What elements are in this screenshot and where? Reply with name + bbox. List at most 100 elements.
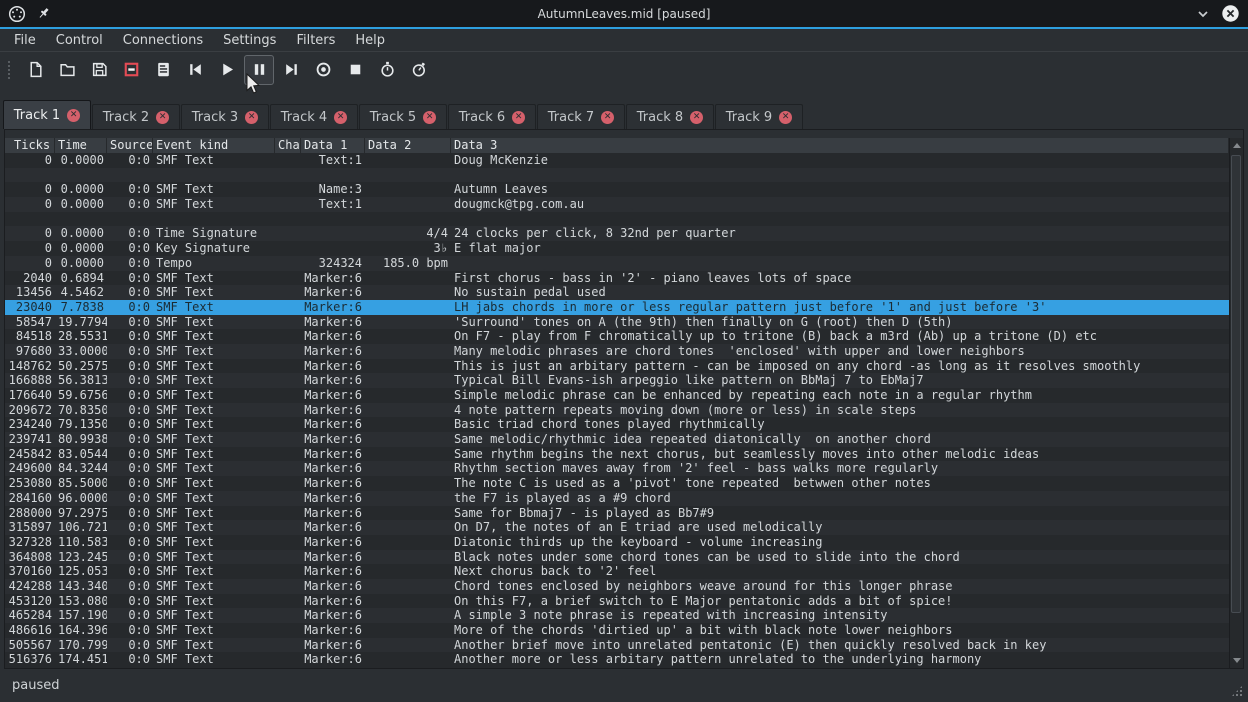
column-header-event-kind[interactable]: Event kind	[153, 138, 275, 153]
event-row[interactable]: 23424079.13500:0SMF TextMarker:6Basic tr…	[5, 417, 1229, 432]
tab-close-button[interactable]: ✕	[67, 109, 80, 122]
event-row[interactable]: 424288143.34060:0SMF TextMarker:6Chord t…	[5, 579, 1229, 594]
close-button[interactable]	[1221, 4, 1240, 23]
scrollbar-thumb[interactable]	[1231, 155, 1241, 613]
tab-close-button[interactable]: ✕	[334, 111, 347, 124]
cell: Same rhythm begins the next chorus, but …	[451, 447, 1229, 462]
tab-track-3[interactable]: Track 3✕	[181, 104, 269, 129]
event-row[interactable]: 364808123.24560:0SMF TextMarker:6Black n…	[5, 550, 1229, 565]
event-row[interactable]: 00.00000:0Key Signature3♭E flat major	[5, 241, 1229, 256]
tab-track-9[interactable]: Track 9✕	[715, 104, 803, 129]
tab-close-button[interactable]: ✕	[156, 111, 169, 124]
cell: 239741	[5, 432, 55, 447]
open-file-button[interactable]	[52, 55, 82, 85]
play-button[interactable]	[212, 55, 242, 85]
column-header-ticks[interactable]: Ticks	[5, 138, 55, 153]
event-row[interactable]: 17664059.67560:0SMF TextMarker:6Simple m…	[5, 388, 1229, 403]
column-header-time[interactable]: Time	[55, 138, 107, 153]
shade-button[interactable]	[1195, 6, 1211, 22]
event-row[interactable]: 00.00000:0Tempo324324185.0 bpm	[5, 256, 1229, 271]
cell: 'Surround' tones on A (the 9th) then fin…	[451, 315, 1229, 330]
resize-grip[interactable]	[1231, 685, 1243, 697]
cell	[365, 271, 451, 286]
skip-backward-button[interactable]	[180, 55, 210, 85]
pause-button[interactable]	[244, 55, 274, 85]
event-row[interactable]: 00.00000:0SMF TextName:3Autumn Leaves	[5, 182, 1229, 197]
event-row[interactable]: 00.00000:0SMF TextText:1Doug McKenzie	[5, 153, 1229, 168]
event-row[interactable]: 25308085.50000:0SMF TextMarker:6The note…	[5, 476, 1229, 491]
scroll-up-button[interactable]	[1231, 138, 1242, 152]
event-row[interactable]: 14876250.25750:0SMF TextMarker:6This is …	[5, 359, 1229, 374]
tab-track-4[interactable]: Track 4✕	[270, 104, 358, 129]
tab-track-6[interactable]: Track 6✕	[448, 104, 536, 129]
timer-button[interactable]	[372, 55, 402, 85]
column-header-source[interactable]: Source	[107, 138, 153, 153]
cell: 0	[5, 153, 55, 168]
cell: 157.1906	[55, 608, 107, 623]
event-row[interactable]: 370160125.05370:0SMF TextMarker:6Next ch…	[5, 564, 1229, 579]
menu-control[interactable]: Control	[46, 31, 113, 50]
tab-close-button[interactable]: ✕	[690, 111, 703, 124]
save-file-button[interactable]	[84, 55, 114, 85]
column-header-chan[interactable]: Chan	[275, 138, 301, 153]
pin-icon[interactable]	[36, 6, 51, 21]
event-row[interactable]: 20400.68940:0SMF TextMarker:6First choru…	[5, 271, 1229, 286]
event-row[interactable]	[5, 168, 1229, 183]
menu-file[interactable]: File	[4, 31, 46, 50]
new-file-button[interactable]	[20, 55, 50, 85]
tab-label: Track 1	[14, 108, 60, 123]
event-row[interactable]: 134564.54620:0SMF TextMarker:6No sustain…	[5, 285, 1229, 300]
toolbar-drag-handle[interactable]	[7, 60, 12, 80]
vertical-scrollbar[interactable]	[1229, 138, 1243, 668]
event-row[interactable]: 516376174.45120:0SMF TextMarker:6Another…	[5, 652, 1229, 667]
column-header-data-2[interactable]: Data 2	[365, 138, 451, 153]
cell: 0:0	[107, 461, 153, 476]
tab-track-5[interactable]: Track 5✕	[359, 104, 447, 129]
menu-settings[interactable]: Settings	[213, 31, 286, 50]
tab-track-1[interactable]: Track 1 ✕	[3, 100, 91, 129]
tab-close-button[interactable]: ✕	[512, 111, 525, 124]
event-row[interactable]: 486616164.39690:0SMF TextMarker:6More of…	[5, 623, 1229, 638]
skip-forward-button[interactable]	[276, 55, 306, 85]
event-row[interactable]: 453120153.08060:0SMF TextMarker:6On this…	[5, 594, 1229, 609]
tab-track-8[interactable]: Track 8✕	[626, 104, 714, 129]
event-row[interactable]: 315897106.72190:0SMF TextMarker:6On D7, …	[5, 520, 1229, 535]
cell: 0:0	[107, 476, 153, 491]
event-log-button[interactable]	[148, 55, 178, 85]
event-row[interactable]: 28416096.00000:0SMF TextMarker:6the F7 i…	[5, 491, 1229, 506]
event-row[interactable]: 00.00000:0SMF TextText:1dougmck@tpg.com.…	[5, 197, 1229, 212]
event-row[interactable]	[5, 212, 1229, 227]
event-row[interactable]: 24960084.32440:0SMF TextMarker:6Rhythm s…	[5, 461, 1229, 476]
column-header-data-1[interactable]: Data 1	[301, 138, 365, 153]
event-row[interactable]: 465284157.19060:0SMF TextMarker:6A simpl…	[5, 608, 1229, 623]
event-row[interactable]: 16688856.38130:0SMF TextMarker:6Typical …	[5, 373, 1229, 388]
timer-repeat-button[interactable]	[404, 55, 434, 85]
event-row[interactable]: 00.00000:0Time Signature4/424 clocks per…	[5, 226, 1229, 241]
event-row[interactable]: 28800097.29750:0SMF TextMarker:6Same for…	[5, 506, 1229, 521]
menu-help[interactable]: Help	[345, 31, 395, 50]
cell: 0.6894	[55, 271, 107, 286]
event-row[interactable]: 20967270.83500:0SMF TextMarker:64 note p…	[5, 403, 1229, 418]
record-button[interactable]	[308, 55, 338, 85]
scroll-down-button[interactable]	[1231, 653, 1242, 667]
event-row[interactable]: 24584283.05440:0SMF TextMarker:6Same rhy…	[5, 447, 1229, 462]
tab-track-7[interactable]: Track 7✕	[537, 104, 625, 129]
event-row[interactable]: 505567170.79940:0SMF TextMarker:6Another…	[5, 638, 1229, 653]
column-header-data-3[interactable]: Data 3	[451, 138, 1229, 153]
stop-button[interactable]	[340, 55, 370, 85]
event-row-selected[interactable]: 230407.78380:0SMF TextMarker:6LH jabs ch…	[5, 300, 1229, 315]
menu-connections[interactable]: Connections	[113, 31, 213, 50]
event-row[interactable]: 23974180.99380:0SMF TextMarker:6Same mel…	[5, 432, 1229, 447]
tab-close-button[interactable]: ✕	[779, 111, 792, 124]
event-row[interactable]: 327328110.58370:0SMF TextMarker:6Diatoni…	[5, 535, 1229, 550]
tab-track-2[interactable]: Track 2✕	[92, 104, 180, 129]
red-minus-button[interactable]	[116, 55, 146, 85]
menu-filters[interactable]: Filters	[286, 31, 345, 50]
event-row[interactable]: 9768033.00000:0SMF TextMarker:6Many melo…	[5, 344, 1229, 359]
tab-close-button[interactable]: ✕	[245, 111, 258, 124]
app-window: AutumnLeaves.mid [paused] FileControlCon…	[0, 0, 1248, 702]
tab-close-button[interactable]: ✕	[423, 111, 436, 124]
event-row[interactable]: 8451828.55310:0SMF TextMarker:6On F7 - p…	[5, 329, 1229, 344]
tab-close-button[interactable]: ✕	[601, 111, 614, 124]
event-row[interactable]: 5854719.77940:0SMF TextMarker:6'Surround…	[5, 315, 1229, 330]
